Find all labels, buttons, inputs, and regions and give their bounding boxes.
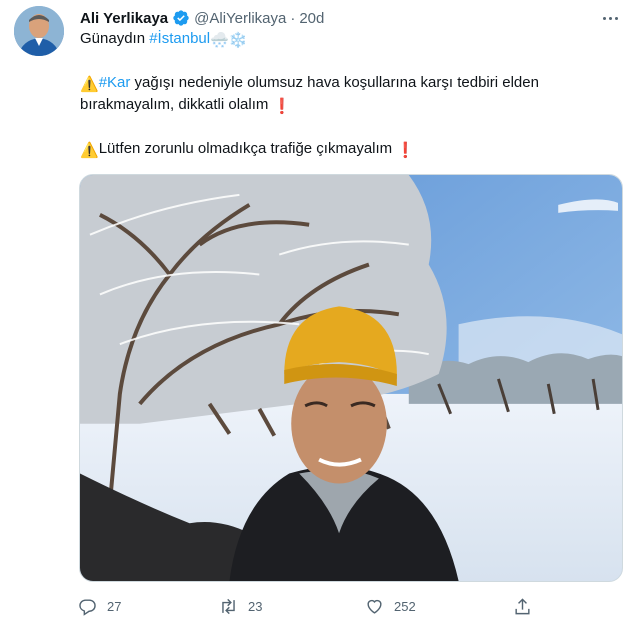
hashtag-kar[interactable]: #Kar [99, 74, 131, 91]
paragraph2-text: yağışı nedeniyle olumsuz hava koşulların… [80, 74, 539, 113]
more-dot-icon [608, 16, 612, 20]
more-options-button[interactable] [598, 8, 622, 28]
tweet-actions: 27 23 252 [76, 592, 546, 620]
like-count: 252 [394, 598, 416, 614]
more-dot-icon [614, 16, 618, 20]
paragraph3-text: Lütfen zorunlu olmadıkça trafiğe çıkmaya… [98, 140, 393, 157]
tweet-photo[interactable] [79, 174, 623, 582]
header-separator: · [290, 9, 296, 27]
tweet-text-paragraph2: ⚠️#Kar yağışı nedeniyle olumsuz hava koş… [80, 73, 600, 117]
hashtag-istanbul[interactable]: #İstanbul [149, 30, 210, 47]
warning-emoji-icon: ⚠️ [80, 76, 99, 93]
tweet-text-paragraph3: ⚠️Lütfen zorunlu olmadıkça trafiğe çıkma… [80, 139, 600, 161]
author-handle[interactable]: @AliYerlikaya [194, 10, 286, 27]
like-button[interactable]: 252 [365, 592, 416, 620]
exclamation-emoji-icon: ❗ [396, 142, 416, 159]
share-icon [515, 597, 530, 614]
author-display-name[interactable]: Ali Yerlikaya [80, 10, 168, 27]
tweet[interactable]: Ali Yerlikaya @AliYerlikaya · 20d Günayd… [0, 0, 640, 629]
retweet-count: 23 [248, 598, 263, 614]
verified-badge-icon [173, 10, 189, 26]
heart-icon [367, 599, 382, 614]
exclamation-emoji-icon: ❗ [272, 98, 292, 115]
tweet-timestamp[interactable]: 20d [299, 10, 324, 27]
photo-icon [80, 175, 622, 581]
more-dot-icon [602, 16, 606, 20]
tweet-header: Ali Yerlikaya @AliYerlikaya · 20d [80, 7, 324, 29]
reply-button[interactable]: 27 [78, 592, 121, 620]
snow-emoji-icon: 🌨️❄️ [210, 32, 248, 49]
retweet-button[interactable]: 23 [219, 592, 262, 620]
author-avatar[interactable] [14, 6, 64, 56]
reply-count: 27 [107, 598, 122, 614]
greeting-text: Günaydın [80, 30, 146, 47]
retweet-icon [222, 598, 235, 614]
profile-photo-icon [14, 6, 64, 56]
tweet-text-line1: Günaydın #İstanbul🌨️❄️ [80, 29, 600, 51]
warning-emoji-icon: ⚠️ [80, 142, 99, 159]
reply-icon [79, 598, 96, 616]
share-button[interactable] [513, 592, 532, 620]
